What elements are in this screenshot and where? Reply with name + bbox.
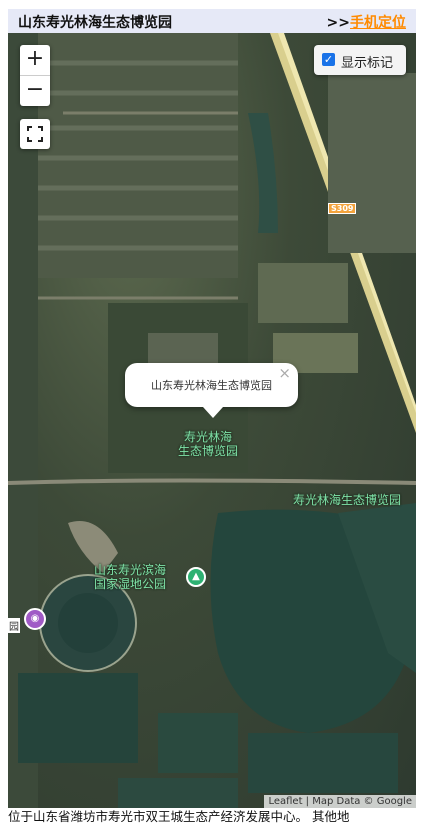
popup-text: 山东寿光林海生态博览园 — [151, 379, 272, 392]
zoom-out-button[interactable]: − — [20, 76, 50, 106]
map-label-edge-fragment: 园 — [8, 618, 20, 633]
zoom-in-button[interactable]: + — [20, 45, 50, 76]
map-label-center-line2: 生态博览园 — [178, 444, 239, 458]
popup-close-button[interactable]: × — [278, 364, 291, 382]
mobile-locate-link[interactable]: 手机定位 — [350, 15, 406, 31]
marker-popup: 山东寿光林海生态博览园 × — [125, 363, 298, 418]
fullscreen-button[interactable] — [20, 119, 50, 149]
checkbox-checked-icon[interactable]: ✓ — [322, 53, 335, 66]
tree-icon[interactable]: ▲ — [186, 567, 206, 587]
map-label-wetland: 山东寿光滨海 国家湿地公园 — [94, 563, 166, 591]
map-label-wetland-line1: 山东寿光滨海 — [94, 563, 167, 577]
show-markers-label: 显示标记 — [341, 56, 394, 71]
popup-tip — [203, 407, 223, 418]
page-title: 山东寿光林海生态博览园 — [18, 15, 172, 31]
map-view[interactable]: + − ✓ 显示标记 S309 山东寿光林海生态博览园 × 寿光林海 生态博览园… — [8, 33, 416, 808]
locate-link-wrapper: >>手机定位 — [327, 12, 406, 32]
map-attribution: Leaflet | Map Data © Google — [264, 795, 416, 808]
map-label-wetland-line2: 国家湿地公园 — [94, 577, 167, 591]
camera-icon[interactable]: ◉ — [24, 608, 46, 630]
locate-prefix: >> — [326, 15, 350, 31]
fullscreen-icon — [27, 126, 43, 142]
zoom-control: + − — [20, 45, 50, 106]
page-header: 山东寿光林海生态博览园 >>手机定位 — [8, 9, 416, 33]
map-label-center: 寿光林海 生态博览园 — [178, 430, 238, 458]
satellite-imagery — [8, 33, 416, 808]
show-markers-toggle[interactable]: ✓ 显示标记 — [314, 45, 406, 75]
road-shield-badge: S309 — [328, 203, 357, 214]
map-label-east: 寿光林海生态博览园 — [293, 493, 402, 507]
description-text: 位于山东省潍坊市寿光市双王城生态产经济发展中心。 其他地 — [8, 809, 350, 824]
map-label-center-line1: 寿光林海 — [184, 430, 233, 444]
